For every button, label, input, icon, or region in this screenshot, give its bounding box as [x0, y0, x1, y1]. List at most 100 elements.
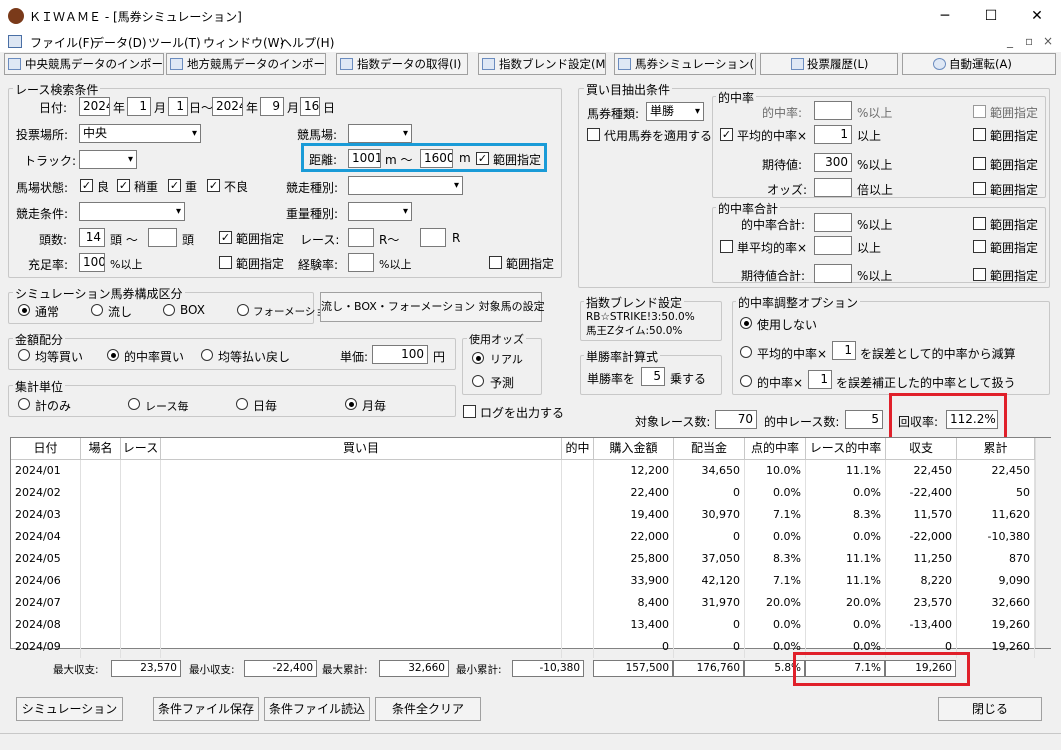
unit-price-input[interactable]: 100 [372, 345, 428, 364]
close-window-button[interactable]: ✕ [1014, 0, 1060, 32]
table-row[interactable]: 2024/07 8,400 31,970 20.0% 20.0% 23,570 32,660 [11, 592, 1035, 614]
vote-history-button[interactable]: 投票履歴(L) [760, 53, 898, 75]
hit-sum-input[interactable] [814, 213, 852, 232]
maximize-button[interactable]: ☐ [968, 0, 1014, 32]
mdi-minimize-button[interactable]: _ [1007, 34, 1013, 48]
ev-sum-input[interactable] [814, 264, 852, 283]
course-select[interactable] [348, 124, 412, 143]
header-hit[interactable]: 的中 [562, 438, 594, 460]
substitute-checkbox[interactable] [587, 128, 600, 141]
single-avg-checkbox[interactable] [720, 240, 733, 253]
agg-total-radio[interactable] [18, 398, 30, 410]
equal-buy-radio[interactable] [18, 349, 30, 361]
blend-settings-button[interactable]: 指数ブレンド設定(M) [478, 53, 606, 75]
import-local-button[interactable]: 地方競馬データのインポート(N) [166, 53, 326, 75]
import-central-button[interactable]: 中央競馬データのインポート(J) [4, 53, 164, 75]
menu-file[interactable]: ファイル(F) [30, 34, 94, 51]
composition-normal-radio[interactable] [18, 304, 30, 316]
fill-range-checkbox[interactable] [219, 256, 232, 269]
header-venue[interactable]: 場名 [81, 438, 121, 460]
weight-type-select[interactable] [348, 202, 412, 221]
from-year-input[interactable]: 2024 [79, 97, 110, 116]
equal-payout-radio[interactable] [201, 349, 213, 361]
header-cumulative[interactable]: 累計 [957, 438, 1035, 460]
single-avg-range-checkbox[interactable] [973, 240, 986, 253]
distance-range-checkbox[interactable]: ✓ [476, 152, 489, 165]
condition-good-checkbox[interactable]: ✓ [80, 179, 93, 192]
from-month-input[interactable]: 1 [127, 97, 151, 116]
table-row[interactable]: 2024/03 19,400 30,970 7.1% 8.3% 11,570 11,620 [11, 504, 1035, 526]
agg-race-radio[interactable] [128, 398, 140, 410]
header-race-hit[interactable]: レース的中率 [806, 438, 886, 460]
composition-formation-radio[interactable] [237, 304, 249, 316]
table-row[interactable]: 2024/05 25,800 37,050 8.3% 11.1% 11,250 870 [11, 548, 1035, 570]
heads-range-checkbox[interactable]: ✓ [219, 231, 232, 244]
heads-to-input[interactable] [148, 228, 177, 247]
adjust-correct-radio[interactable] [740, 375, 752, 387]
agg-month-radio[interactable] [345, 398, 357, 410]
bet-type-select[interactable]: 単勝 [646, 102, 704, 121]
table-row[interactable]: 2024/04 22,000 0 0.0% 0.0% -22,000 -10,380 [11, 526, 1035, 548]
clear-conditions-button[interactable]: 条件全クリア [375, 697, 481, 721]
venue-select[interactable]: 中央 [79, 124, 201, 143]
target-horse-settings-button[interactable]: 流し・BOX・フォーメーション 対象馬の設定 [320, 292, 545, 322]
menu-window[interactable]: ウィンドウ(W) [203, 34, 284, 51]
menu-data[interactable]: データ(D) [92, 34, 147, 51]
single-avg-input[interactable] [814, 236, 852, 255]
table-row[interactable]: 2024/02 22,400 0 0.0% 0.0% -22,400 50 [11, 482, 1035, 504]
condition-slightly-heavy-checkbox[interactable]: ✓ [117, 179, 130, 192]
distance-to-input[interactable]: 1600 [420, 149, 453, 168]
odds-range-checkbox[interactable] [973, 182, 986, 195]
hit-rate-buy-radio[interactable] [107, 349, 119, 361]
adjust-correct-input[interactable]: 1 [808, 370, 832, 389]
condition-bad-checkbox[interactable]: ✓ [207, 179, 220, 192]
header-point-hit[interactable]: 点的中率 [745, 438, 806, 460]
to-month-input[interactable]: 9 [260, 97, 284, 116]
adjust-subtract-radio[interactable] [740, 346, 752, 358]
odds-real-radio[interactable] [472, 352, 484, 364]
composition-nagashi-radio[interactable] [91, 304, 103, 316]
adjust-subtract-input[interactable]: 1 [832, 341, 856, 360]
run-simulation-button[interactable]: シミュレーション [16, 697, 123, 721]
odds-forecast-radio[interactable] [472, 375, 484, 387]
race-to-input[interactable] [420, 228, 446, 247]
vertical-scrollbar[interactable] [1035, 438, 1051, 648]
experience-range-checkbox[interactable] [489, 256, 502, 269]
fetch-index-button[interactable]: 指数データの取得(I) [336, 53, 468, 75]
table-row[interactable]: 2024/08 13,400 0 0.0% 0.0% -13,400 19,260 [11, 614, 1035, 636]
hit-sum-range-checkbox[interactable] [973, 217, 986, 230]
output-log-checkbox[interactable] [463, 405, 476, 418]
auto-run-button[interactable]: 自動運転(A) [902, 53, 1056, 75]
header-bet[interactable]: 買い目 [161, 438, 562, 460]
condition-heavy-checkbox[interactable]: ✓ [168, 179, 181, 192]
avg-hit-rate-input[interactable]: 1 [814, 125, 852, 144]
header-purchase[interactable]: 購入金額 [594, 438, 674, 460]
menu-tools[interactable]: ツール(T) [148, 34, 201, 51]
table-row[interactable]: 2024/01 12,200 34,650 10.0% 11.1% 22,450 22,45… [11, 460, 1035, 482]
table-row[interactable]: 2024/06 33,900 42,120 7.1% 11.1% 8,220 9,090 [11, 570, 1035, 592]
hit-rate-input[interactable] [814, 101, 852, 120]
composition-box-radio[interactable] [163, 304, 175, 316]
odds-input[interactable] [814, 178, 852, 197]
expected-value-input[interactable]: 300 [814, 153, 852, 172]
ev-sum-range-checkbox[interactable] [973, 268, 986, 281]
distance-from-input[interactable]: 1001 [348, 149, 381, 168]
ev-range-checkbox[interactable] [973, 157, 986, 170]
race-type-select[interactable] [348, 176, 463, 195]
mdi-close-button[interactable]: × [1043, 34, 1053, 48]
save-conditions-button[interactable]: 条件ファイル保存 [153, 697, 259, 721]
experience-input[interactable] [348, 253, 374, 272]
from-day-input[interactable]: 1 [168, 97, 188, 116]
to-day-input[interactable]: 16 [300, 97, 320, 116]
win-rate-input[interactable]: 5 [641, 367, 665, 386]
agg-day-radio[interactable] [236, 398, 248, 410]
race-condition-select[interactable] [79, 202, 185, 221]
results-table[interactable]: 日付 場名 レース 買い目 的中 購入金額 配当金 点的中率 レース的中率 収支… [10, 437, 1051, 658]
close-button[interactable]: 閉じる [938, 697, 1042, 721]
to-year-input[interactable]: 2024 [212, 97, 243, 116]
header-payout[interactable]: 配当金 [674, 438, 745, 460]
hit-rate-range-checkbox[interactable] [973, 105, 986, 118]
simulation-button[interactable]: 馬券シミュレーション(B) [614, 53, 756, 75]
header-race[interactable]: レース [121, 438, 161, 460]
heads-from-input[interactable]: 14 [79, 228, 105, 247]
